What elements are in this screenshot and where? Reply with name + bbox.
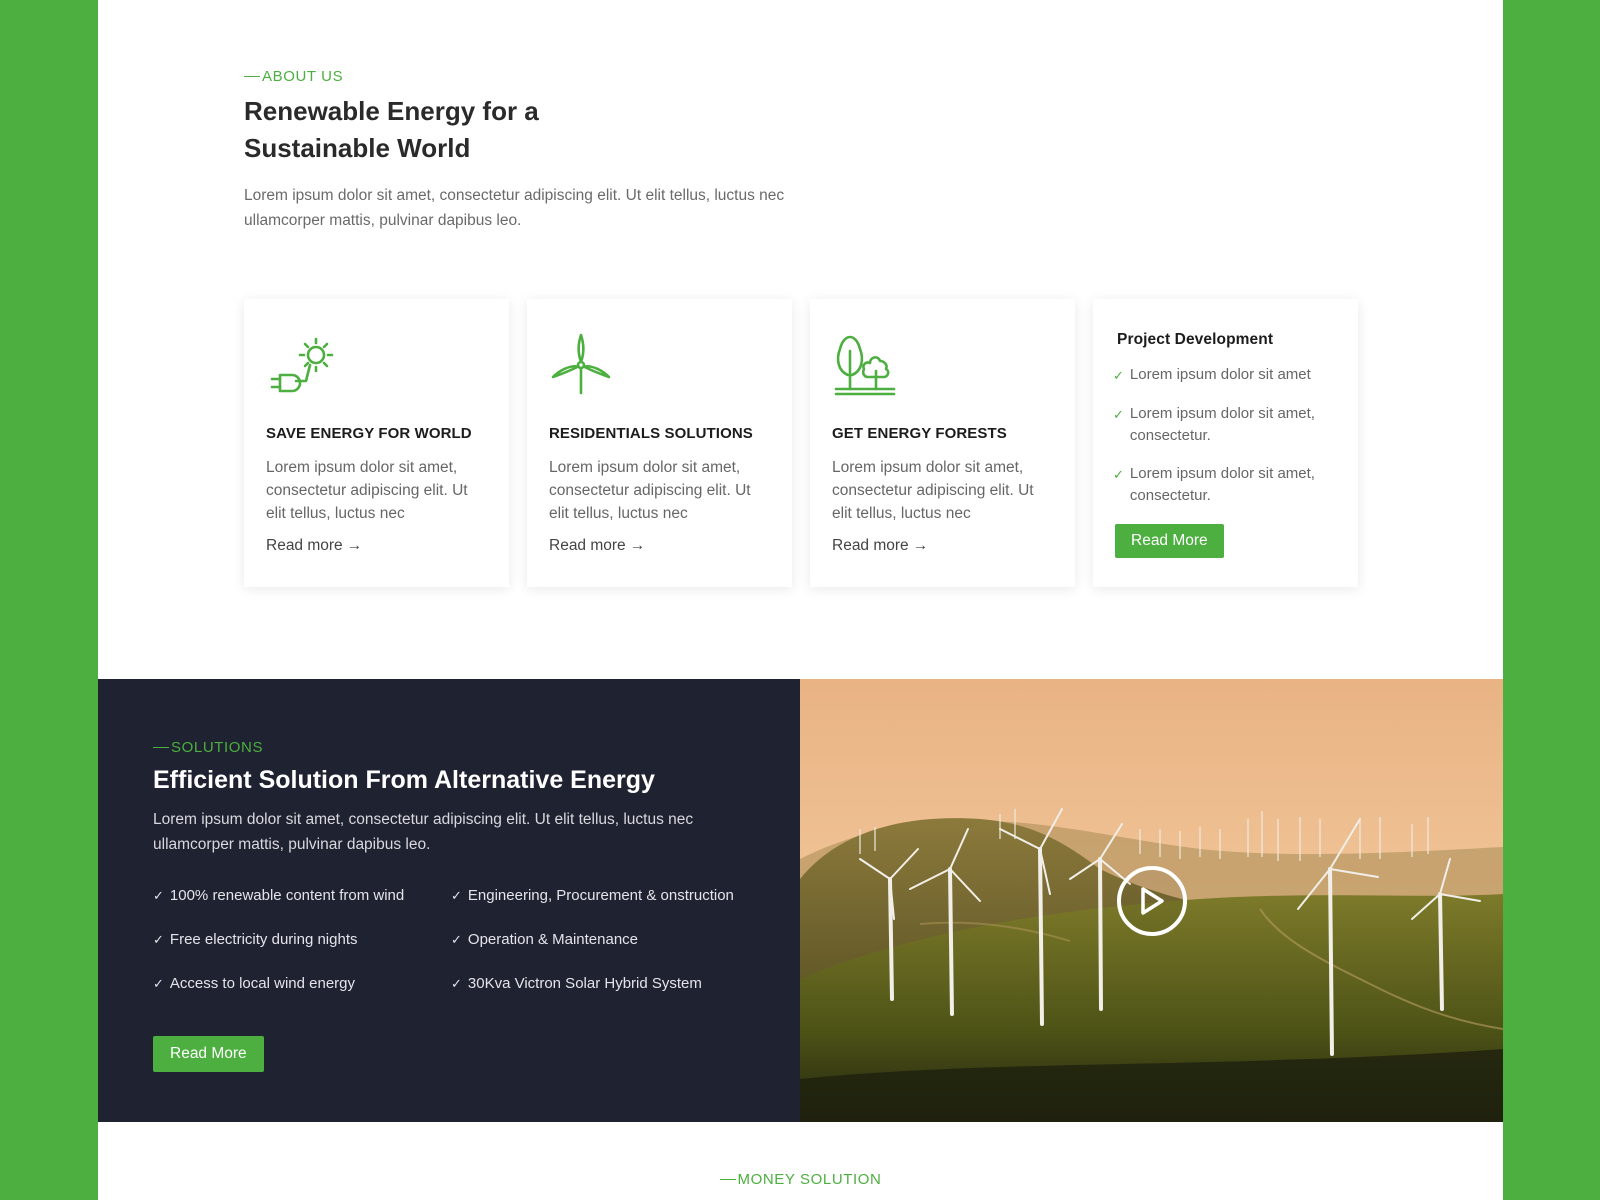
check-icon: ✓: [451, 887, 462, 903]
feature-text: 100% renewable content from wind: [169, 887, 405, 904]
solutions-eyebrow: SOLUTIONS: [153, 739, 800, 756]
card-title: SAVE ENERGY FOR WORLD: [266, 425, 472, 442]
read-more-label: Read more: [266, 537, 343, 554]
about-title: Renewable Energy for a Sustainable World: [244, 96, 539, 163]
card-text: Lorem ipsum dolor sit amet, consectetur …: [266, 459, 468, 522]
arrow-right-icon: →: [912, 537, 929, 554]
card-energy-forests: GET ENERGY FORESTS Lorem ipsum dolor sit…: [810, 299, 1075, 587]
solutions-read-more-button[interactable]: Read More: [153, 1036, 264, 1072]
card-text: Lorem ipsum dolor sit amet, consectetur …: [832, 459, 1034, 522]
project-read-more-button[interactable]: Read More: [1115, 524, 1224, 558]
feature-item: ✓ Free electricity during nights: [153, 931, 451, 948]
arrow-right-icon: →: [346, 537, 363, 554]
feature-item: ✓ Access to local wind energy: [153, 975, 451, 992]
list-item-text: Lorem ipsum dolor sit amet, consectetur.: [1129, 465, 1315, 504]
eyebrow-dash: [153, 747, 169, 748]
card-title: RESIDENTIALS SOLUTIONS: [549, 425, 753, 442]
money-eyebrow: MONEY SOLUTION: [719, 1171, 882, 1188]
check-icon: ✓: [451, 931, 462, 947]
card-text: Lorem ipsum dolor sit amet, consectetur …: [549, 459, 751, 522]
trees-icon: [834, 335, 896, 396]
feature-item: ✓ 30Kva Victron Solar Hybrid System: [451, 975, 771, 992]
check-icon: ✓: [451, 975, 462, 991]
feature-list: ✓ 100% renewable content from wind ✓ Eng…: [153, 887, 800, 992]
check-icon: ✓: [1113, 467, 1124, 482]
list-item: ✓ Lorem ipsum dolor sit amet: [1113, 364, 1336, 387]
list-item-text: Lorem ipsum dolor sit amet: [1129, 366, 1311, 383]
list-item: ✓ Lorem ipsum dolor sit amet, consectetu…: [1113, 403, 1336, 447]
read-more-link[interactable]: Read more →: [266, 537, 362, 555]
solutions-title: Efficient Solution From Alternative Ener…: [153, 766, 655, 794]
check-icon: ✓: [1113, 368, 1124, 383]
list-item-text: Lorem ipsum dolor sit amet, consectetur.: [1129, 405, 1315, 444]
check-icon: ✓: [153, 931, 164, 947]
feature-item: ✓ Operation & Maintenance: [451, 931, 771, 948]
arrow-right-icon: →: [629, 537, 646, 554]
service-cards: SAVE ENERGY FOR WORLD Lorem ipsum dolor …: [244, 299, 1358, 587]
project-title: Project Development: [1117, 331, 1274, 348]
feature-text: Free electricity during nights: [169, 931, 358, 948]
solutions-eyebrow-label: SOLUTIONS: [171, 739, 264, 756]
play-button[interactable]: [1117, 866, 1187, 936]
eyebrow-dash: [244, 76, 260, 77]
money-section: MONEY SOLUTION: [98, 1171, 1503, 1188]
page: ABOUT US Renewable Energy for a Sustaina…: [98, 0, 1503, 1200]
check-icon: ✓: [153, 887, 164, 903]
money-eyebrow-label: MONEY SOLUTION: [737, 1171, 882, 1188]
play-icon: [1141, 887, 1164, 915]
about-section: ABOUT US Renewable Energy for a Sustaina…: [244, 68, 884, 233]
eyebrow-dash: [719, 1179, 736, 1180]
feature-text: 30Kva Victron Solar Hybrid System: [467, 975, 702, 992]
wind-farm-video: [800, 679, 1503, 1122]
solutions-section: SOLUTIONS Efficient Solution From Altern…: [98, 679, 1503, 1122]
check-icon: ✓: [153, 975, 164, 991]
read-more-label: Read more: [549, 537, 626, 554]
about-eyebrow: ABOUT US: [244, 68, 884, 85]
read-more-label: Read more: [832, 537, 909, 554]
wind-turbine-icon: [551, 333, 611, 395]
feature-text: Engineering, Procurement & onstruction: [467, 887, 734, 904]
card-project-development: Project Development ✓ Lorem ipsum dolor …: [1093, 299, 1358, 587]
feature-item: ✓ 100% renewable content from wind: [153, 887, 451, 904]
project-list: ✓ Lorem ipsum dolor sit amet ✓ Lorem ips…: [1113, 364, 1336, 507]
read-more-link[interactable]: Read more →: [549, 537, 645, 555]
list-item: ✓ Lorem ipsum dolor sit amet, consectetu…: [1113, 463, 1336, 507]
feature-text: Operation & Maintenance: [467, 931, 639, 948]
about-eyebrow-label: ABOUT US: [262, 68, 344, 85]
feature-text: Access to local wind energy: [169, 975, 355, 992]
card-title: GET ENERGY FORESTS: [832, 425, 1007, 442]
feature-item: ✓ Engineering, Procurement & onstruction: [451, 887, 771, 904]
card-residential: RESIDENTIALS SOLUTIONS Lorem ipsum dolor…: [527, 299, 792, 587]
card-save-energy: SAVE ENERGY FOR WORLD Lorem ipsum dolor …: [244, 299, 509, 587]
solar-plug-icon: [270, 337, 334, 393]
about-lead: Lorem ipsum dolor sit amet, consectetur …: [244, 187, 785, 229]
solutions-panel: SOLUTIONS Efficient Solution From Altern…: [98, 679, 800, 1122]
check-icon: ✓: [1113, 407, 1124, 422]
read-more-link[interactable]: Read more →: [832, 537, 928, 555]
solutions-lead: Lorem ipsum dolor sit amet, consectetur …: [153, 811, 694, 853]
